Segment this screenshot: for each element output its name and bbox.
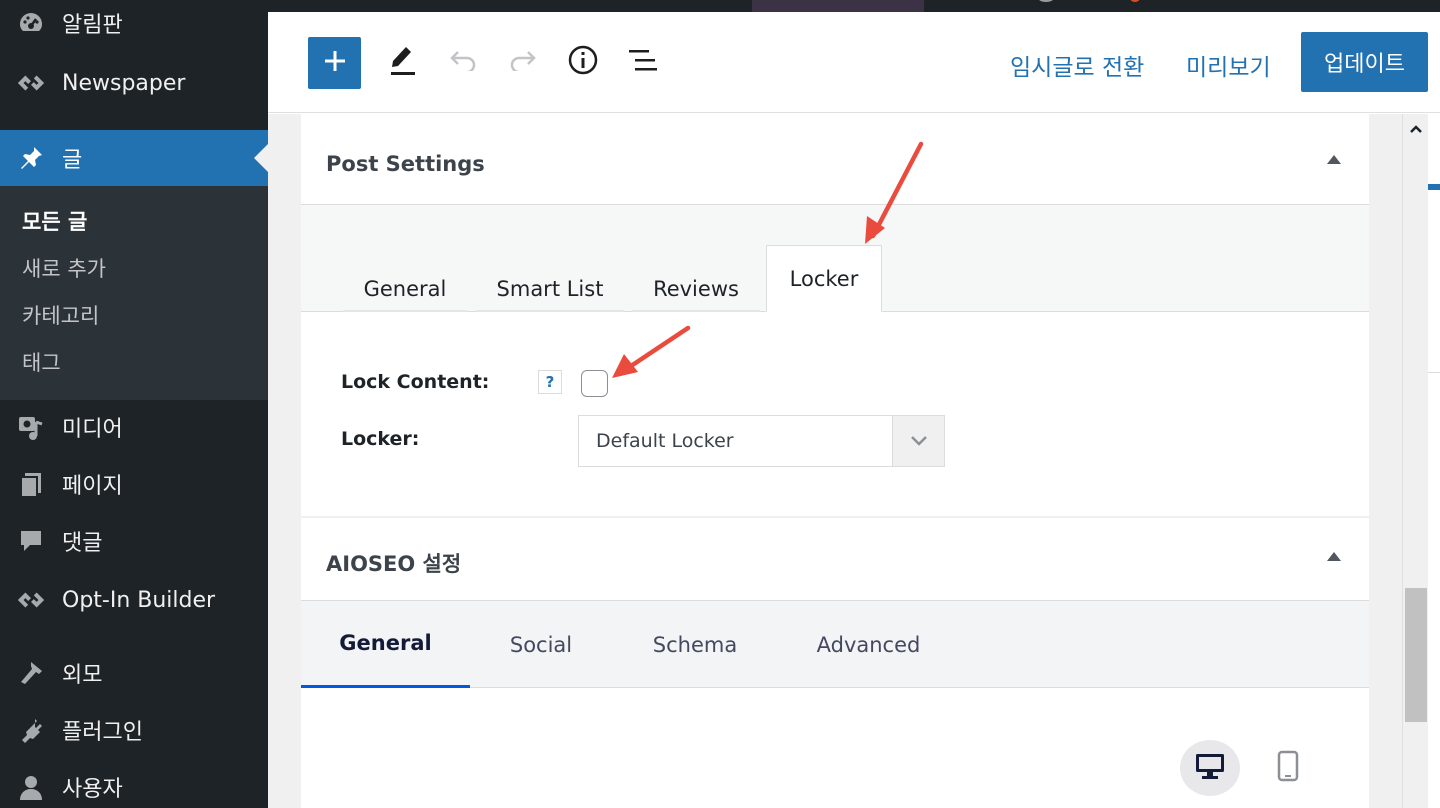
sidebar-item-comments[interactable]: 댓글 bbox=[0, 518, 268, 564]
sidebar-item-label: 플러그인 bbox=[62, 720, 143, 745]
meta-box-area: Post Settings General Smart List Reviews… bbox=[268, 114, 1402, 808]
aioseo-tab-general[interactable]: General bbox=[301, 601, 470, 688]
sidebar-item-label: 댓글 bbox=[62, 531, 103, 556]
sidebar-item-pages[interactable]: 페이지 bbox=[0, 461, 268, 507]
submenu-tags[interactable]: 태그 bbox=[22, 347, 61, 377]
media-icon bbox=[16, 412, 46, 442]
help-icon[interactable]: ? bbox=[538, 370, 562, 394]
locker-select[interactable]: Default Locker bbox=[578, 415, 945, 467]
admin-bar-highlight bbox=[752, 0, 924, 12]
admin-sidebar: 알림판 Newspaper 글 모든 글 새로 추가 카테고리 태그 미디어 페… bbox=[0, 0, 268, 808]
tab-smart-list[interactable]: Smart List bbox=[476, 268, 624, 312]
comments-icon bbox=[16, 526, 46, 556]
redo-icon bbox=[508, 49, 538, 75]
post-settings-tabs: General Smart List Reviews Locker bbox=[301, 204, 1369, 312]
editor-toolbar: 임시글로 전환 미리보기 업데이트 bbox=[268, 12, 1440, 113]
sidebar-item-appearance[interactable]: 외모 bbox=[0, 650, 268, 696]
sidebar-item-users[interactable]: 사용자 bbox=[0, 764, 268, 808]
locker-label: Locker: bbox=[341, 428, 420, 450]
plugins-icon bbox=[16, 715, 46, 745]
newspaper-icon bbox=[16, 68, 46, 98]
aioseo-tab-schema[interactable]: Schema bbox=[631, 601, 759, 688]
sidebar-item-label: 사용자 bbox=[62, 777, 123, 802]
sidebar-item-dashboard[interactable]: 알림판 bbox=[0, 0, 268, 46]
sidebar-item-optin-builder[interactable]: Opt-In Builder bbox=[0, 577, 268, 623]
details-button[interactable] bbox=[563, 42, 603, 82]
sidebar-item-media[interactable]: 미디어 bbox=[0, 404, 268, 450]
tools-button[interactable] bbox=[383, 42, 423, 82]
sidebar-item-label: 페이지 bbox=[62, 474, 123, 499]
scrollbar-thumb[interactable] bbox=[1405, 588, 1427, 722]
preview-button[interactable]: 미리보기 bbox=[1186, 48, 1271, 82]
aioseo-tab-advanced[interactable]: Advanced bbox=[796, 601, 941, 688]
undo-button[interactable] bbox=[443, 42, 483, 82]
posts-submenu: 모든 글 새로 추가 카테고리 태그 bbox=[0, 186, 268, 400]
lock-content-label: Lock Content: bbox=[341, 371, 490, 393]
sidebar-item-label: 알림판 bbox=[62, 13, 123, 38]
info-icon bbox=[567, 44, 599, 80]
sidebar-item-plugins[interactable]: 플러그인 bbox=[0, 707, 268, 753]
sidebar-edge-divider bbox=[1428, 372, 1440, 373]
pages-icon bbox=[16, 469, 46, 499]
admin-bar-avatar[interactable] bbox=[1038, 0, 1054, 2]
lock-content-checkbox[interactable] bbox=[581, 370, 608, 397]
sidebar-item-label: 글 bbox=[62, 148, 83, 173]
aioseo-tabs: General Social Schema Advanced bbox=[301, 600, 1369, 688]
mobile-icon bbox=[1277, 750, 1299, 786]
aioseo-panel: AIOSEO 설정 General Social Schema Advanced bbox=[301, 518, 1369, 808]
sidebar-item-label: Opt-In Builder bbox=[62, 587, 216, 613]
collapse-caret-icon[interactable] bbox=[1327, 552, 1341, 561]
submenu-add-new[interactable]: 새로 추가 bbox=[22, 253, 106, 283]
sidebar-edge-accent bbox=[1428, 184, 1440, 190]
sidebar-item-newspaper[interactable]: Newspaper bbox=[0, 60, 268, 106]
add-block-button[interactable] bbox=[308, 37, 361, 89]
optin-icon bbox=[16, 585, 46, 615]
undo-icon bbox=[448, 49, 478, 75]
scrollbar[interactable] bbox=[1402, 114, 1428, 808]
sidebar-item-posts[interactable]: 글 bbox=[0, 130, 268, 186]
dashboard-icon bbox=[16, 8, 46, 38]
admin-bar-notification[interactable] bbox=[1130, 0, 1140, 2]
switch-to-draft-button[interactable]: 임시글로 전환 bbox=[1010, 48, 1144, 82]
sidebar-item-label: Newspaper bbox=[62, 70, 186, 96]
chevron-up-icon[interactable] bbox=[1403, 118, 1429, 140]
submenu-categories[interactable]: 카테고리 bbox=[22, 300, 99, 330]
chevron-down-icon bbox=[892, 416, 944, 466]
collapse-caret-icon[interactable] bbox=[1327, 155, 1341, 164]
aioseo-title: AIOSEO 설정 bbox=[326, 552, 462, 576]
update-button[interactable]: 업데이트 bbox=[1301, 32, 1428, 92]
post-settings-panel: Post Settings General Smart List Reviews… bbox=[301, 114, 1369, 516]
users-icon bbox=[16, 772, 46, 802]
outline-button[interactable] bbox=[623, 42, 663, 82]
post-settings-title: Post Settings bbox=[326, 152, 485, 176]
block-editor: 임시글로 전환 미리보기 업데이트 Post Settings General … bbox=[268, 12, 1440, 808]
tab-reviews[interactable]: Reviews bbox=[632, 268, 760, 312]
desktop-preview-button[interactable] bbox=[1180, 740, 1240, 796]
tab-general[interactable]: General bbox=[343, 268, 467, 312]
sidebar-item-label: 외모 bbox=[62, 663, 103, 688]
admin-bar bbox=[268, 0, 1440, 12]
appearance-icon bbox=[16, 658, 46, 688]
mobile-preview-button[interactable] bbox=[1258, 740, 1318, 796]
active-indicator bbox=[254, 144, 268, 172]
pencil-icon bbox=[388, 43, 418, 81]
redo-button[interactable] bbox=[503, 42, 543, 82]
sidebar-edge bbox=[1428, 114, 1440, 808]
aioseo-tab-social[interactable]: Social bbox=[481, 601, 601, 688]
tab-locker[interactable]: Locker bbox=[766, 245, 882, 312]
desktop-icon bbox=[1194, 751, 1226, 785]
locker-select-value: Default Locker bbox=[596, 430, 734, 452]
list-view-icon bbox=[627, 46, 659, 78]
plus-icon bbox=[323, 49, 347, 77]
submenu-all-posts[interactable]: 모든 글 bbox=[22, 206, 87, 236]
pin-icon bbox=[16, 143, 46, 173]
sidebar-item-label: 미디어 bbox=[62, 417, 123, 442]
